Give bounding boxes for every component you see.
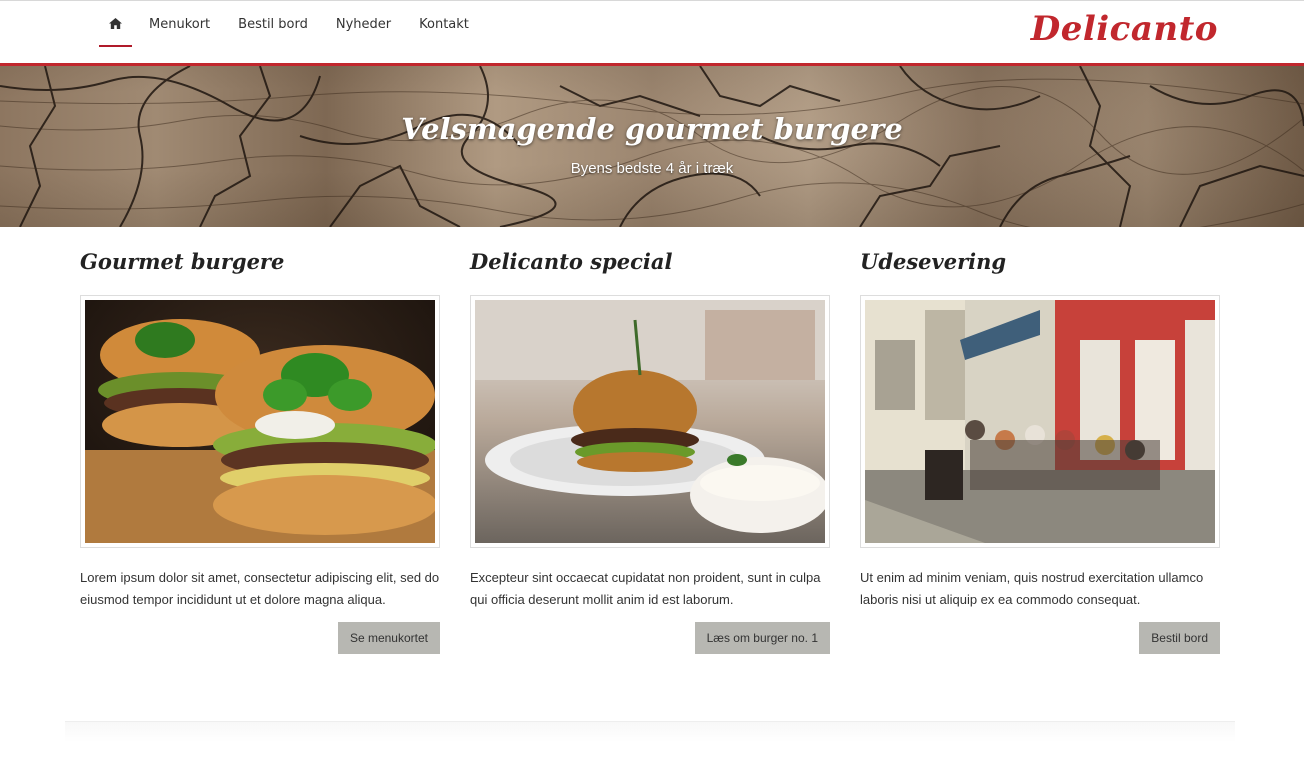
column-title: Udesevering	[860, 249, 1007, 274]
feature-column-outdoor: Udesevering Ut enim ad minim veniam, qui…	[860, 249, 1220, 659]
nav-label: Bestil bord	[238, 16, 308, 32]
top-navbar: Menukort Bestil bord Nyheder Kontakt Del…	[0, 0, 1304, 63]
feature-column-special: Delicanto special Excepteur sint occaeca…	[470, 249, 830, 659]
nav-bestil-bord[interactable]: Bestil bord	[224, 1, 322, 47]
read-burger-button[interactable]: Læs om burger no. 1	[694, 622, 830, 654]
nav-label: Menukort	[149, 16, 211, 32]
brand-logo[interactable]: Delicanto	[1031, 9, 1218, 49]
column-text: Ut enim ad minim veniam, quis nostrud ex…	[860, 570, 1204, 607]
home-icon	[109, 17, 122, 29]
hero-title: Velsmagende gourmet burgere	[401, 112, 903, 146]
book-table-button[interactable]: Bestil bord	[1139, 622, 1220, 654]
footer-area	[65, 722, 1235, 742]
image-frame	[80, 295, 440, 548]
hero-subtitle: Byens bedste 4 år i træk	[570, 160, 734, 177]
column-text: Excepteur sint occaecat cupidatat non pr…	[470, 570, 821, 607]
burger-photo	[85, 300, 435, 543]
outdoor-cafe-photo	[865, 300, 1215, 543]
nav-label: Nyheder	[335, 16, 392, 32]
special-burger-photo	[475, 300, 825, 543]
nav-home[interactable]	[99, 1, 132, 47]
image-frame	[470, 295, 830, 548]
column-title: Delicanto special	[470, 249, 673, 274]
wood-texture	[0, 66, 1304, 227]
nav-menukort[interactable]: Menukort	[135, 1, 224, 47]
column-text: Lorem ipsum dolor sit amet, consectetur …	[80, 570, 440, 607]
nav-nyheder[interactable]: Nyheder	[322, 1, 405, 47]
nav-kontakt[interactable]: Kontakt	[405, 1, 483, 47]
feature-column-burgers: Gourmet burgere Lorem ipsum dolor sit am…	[80, 249, 440, 659]
hero-banner: Velsmagende gourmet burgere Byens bedste…	[0, 66, 1304, 227]
column-title: Gourmet burgere	[80, 249, 285, 274]
image-frame	[860, 295, 1220, 548]
main-nav: Menukort Bestil bord Nyheder Kontakt	[99, 1, 483, 63]
see-menu-button[interactable]: Se menukortet	[337, 622, 440, 654]
nav-label: Kontakt	[419, 16, 469, 32]
